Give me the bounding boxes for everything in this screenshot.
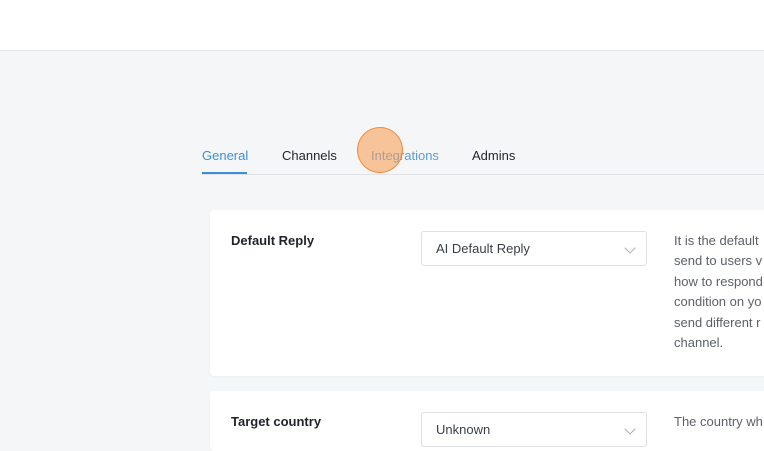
top-bar xyxy=(0,0,764,51)
default-reply-card: Default Reply AI Default Reply It is the… xyxy=(210,210,764,376)
chevron-down-icon xyxy=(624,423,636,435)
settings-tabs: General Channels Integrations Admins xyxy=(202,147,764,175)
chevron-down-icon xyxy=(624,242,636,254)
tab-integrations[interactable]: Integrations xyxy=(371,148,439,164)
target-country-label: Target country xyxy=(231,414,322,429)
default-reply-select[interactable]: AI Default Reply xyxy=(421,231,647,266)
active-tab-indicator xyxy=(202,172,247,174)
tab-general[interactable]: General xyxy=(202,148,248,164)
target-country-value: Unknown xyxy=(436,422,491,437)
tab-channels[interactable]: Channels xyxy=(282,148,337,164)
target-country-description: The country wh xyxy=(674,414,763,429)
default-reply-label: Default Reply xyxy=(231,233,315,248)
default-reply-value: AI Default Reply xyxy=(436,241,530,256)
tab-admins[interactable]: Admins xyxy=(472,148,515,164)
default-reply-description: It is the default send to users v how to… xyxy=(674,233,763,351)
target-country-card: Target country Unknown The country wh xyxy=(210,391,764,451)
target-country-select[interactable]: Unknown xyxy=(421,412,647,447)
